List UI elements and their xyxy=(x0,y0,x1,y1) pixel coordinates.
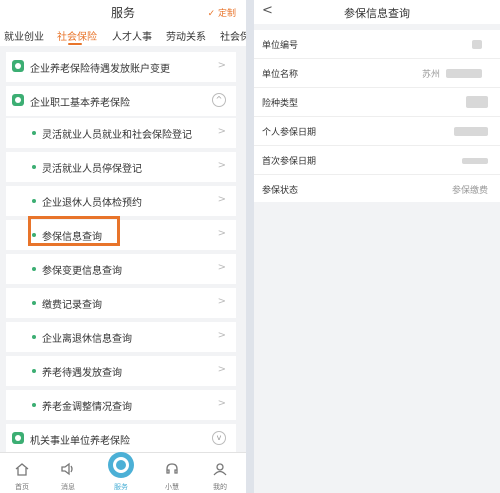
customize-button[interactable]: ✓ 定制 xyxy=(208,6,236,19)
info-row: 参保状态 参保缴费 xyxy=(254,175,500,204)
insurance-query-panel: < 参保信息查询 单位编号 单位名称 苏州 险种类型 个人参保日期 首次参保日期 xyxy=(254,0,500,493)
group-label: 机关事业单位养老保险 xyxy=(30,436,130,447)
list-item[interactable]: 养老金调整情况查询 > xyxy=(6,390,236,420)
info-row: 首次参保日期 xyxy=(254,146,500,175)
home-icon xyxy=(15,463,29,476)
chevron-right-icon: > xyxy=(217,160,226,171)
redacted-value xyxy=(446,69,482,78)
tab-labor-relations[interactable]: 劳动关系 xyxy=(166,28,206,43)
speaker-icon xyxy=(61,462,73,476)
service-header: 服务 ✓ 定制 xyxy=(0,0,246,24)
nav-home[interactable]: 首页 xyxy=(2,453,42,493)
chevron-right-icon: > xyxy=(217,228,226,239)
group-header[interactable]: 企业职工基本养老保险 ^ xyxy=(6,86,236,116)
service-panel: 服务 ✓ 定制 就业创业 社会保险 人才人事 劳动关系 社会保 企业养老保险待遇… xyxy=(0,0,246,493)
service-icon xyxy=(12,432,24,444)
bullet-icon xyxy=(32,403,36,407)
list-item-label: 灵活就业人员停保登记 xyxy=(42,164,142,175)
redacted-value xyxy=(462,158,488,164)
nav-assistant[interactable]: 小慧 xyxy=(152,453,192,493)
bullet-icon xyxy=(32,131,36,135)
headset-icon xyxy=(166,463,178,474)
nav-label: 首页 xyxy=(15,483,29,491)
category-tabs: 就业创业 社会保险 人才人事 劳动关系 社会保 xyxy=(0,24,246,46)
list-item[interactable]: 企业养老保险待遇发放账户变更 > xyxy=(6,52,236,82)
group-label: 企业职工基本养老保险 xyxy=(30,98,130,109)
bullet-icon xyxy=(32,267,36,271)
list-item-label: 参保变更信息查询 xyxy=(42,266,122,277)
list-item[interactable]: 养老待遇发放查询 > xyxy=(6,356,236,386)
service-icon xyxy=(12,60,24,72)
tab-talent[interactable]: 人才人事 xyxy=(112,28,152,43)
tab-social-more[interactable]: 社会保 xyxy=(220,28,246,43)
chevron-right-icon: > xyxy=(217,330,226,341)
highlight-box xyxy=(28,216,120,246)
chevron-right-icon: > xyxy=(217,60,226,71)
info-label: 险种类型 xyxy=(262,99,299,109)
panel-divider xyxy=(246,0,254,493)
bullet-icon xyxy=(32,369,36,373)
bullet-icon xyxy=(32,199,36,203)
redacted-value xyxy=(472,40,482,49)
chevron-right-icon: > xyxy=(217,398,226,409)
nav-label: 小慧 xyxy=(165,483,179,491)
tab-social-insurance[interactable]: 社会保险 xyxy=(57,28,97,43)
nav-profile[interactable]: 我的 xyxy=(200,453,240,493)
list-item[interactable]: 企业退休人员体检预约 > xyxy=(6,186,236,216)
bullet-icon xyxy=(32,335,36,339)
list-item-label: 灵活就业人员就业和社会保险登记 xyxy=(42,130,192,141)
chevron-down-icon[interactable]: v xyxy=(212,431,226,445)
info-row: 单位编号 xyxy=(254,30,500,59)
chevron-right-icon: > xyxy=(217,364,226,375)
info-value: 苏州 xyxy=(421,70,440,80)
info-row: 险种类型 xyxy=(254,88,500,117)
service-icon[interactable] xyxy=(108,452,134,478)
list-item[interactable]: 缴费记录查询 > xyxy=(6,288,236,318)
list-item-label: 企业离退休信息查询 xyxy=(42,334,132,345)
chevron-right-icon: > xyxy=(217,126,226,137)
list-item[interactable]: 灵活就业人员就业和社会保险登记 > xyxy=(6,118,236,148)
tab-employment[interactable]: 就业创业 xyxy=(4,28,44,43)
list-item[interactable]: 参保变更信息查询 > xyxy=(6,254,236,284)
chevron-right-icon: > xyxy=(217,296,226,307)
info-label: 个人参保日期 xyxy=(262,128,317,138)
person-icon xyxy=(213,463,227,476)
status-value: 参保缴费 xyxy=(451,186,488,196)
active-tab-indicator xyxy=(68,43,82,45)
nav-label: 我的 xyxy=(213,483,227,491)
chevron-right-icon: > xyxy=(217,194,226,205)
chevron-up-icon[interactable]: ^ xyxy=(212,93,226,107)
redacted-value xyxy=(454,127,488,136)
list-item[interactable]: 企业离退休信息查询 > xyxy=(6,322,236,352)
info-label: 首次参保日期 xyxy=(262,157,317,167)
service-icon-ring xyxy=(113,457,129,473)
nav-label: 消息 xyxy=(61,483,75,491)
info-label: 参保状态 xyxy=(262,186,299,196)
bullet-icon xyxy=(32,301,36,305)
list-item-label: 养老金调整情况查询 xyxy=(42,402,132,413)
page-title: 参保信息查询 xyxy=(344,7,410,20)
list-item[interactable]: 灵活就业人员停保登记 > xyxy=(6,152,236,182)
group-header[interactable]: 机关事业单位养老保险 v xyxy=(6,424,236,454)
nav-messages[interactable]: 消息 xyxy=(48,453,88,493)
bullet-icon xyxy=(32,165,36,169)
query-header: < 参保信息查询 xyxy=(254,0,500,24)
nav-label: 服务 xyxy=(114,483,128,491)
info-label: 单位名称 xyxy=(262,70,299,80)
info-label: 单位编号 xyxy=(262,41,299,51)
list-item-label: 缴费记录查询 xyxy=(42,300,102,311)
redacted-value xyxy=(466,96,488,108)
info-row: 单位名称 苏州 xyxy=(254,59,500,88)
chevron-right-icon: > xyxy=(217,262,226,273)
info-row: 个人参保日期 xyxy=(254,117,500,146)
service-icon xyxy=(12,94,24,106)
insurance-info-card: 单位编号 单位名称 苏州 险种类型 个人参保日期 首次参保日期 参保状态 参保缴… xyxy=(254,30,500,202)
list-item-label: 养老待遇发放查询 xyxy=(42,368,122,379)
list-item-label: 企业退休人员体检预约 xyxy=(42,198,142,209)
list-item-label: 企业养老保险待遇发放账户变更 xyxy=(30,64,170,75)
